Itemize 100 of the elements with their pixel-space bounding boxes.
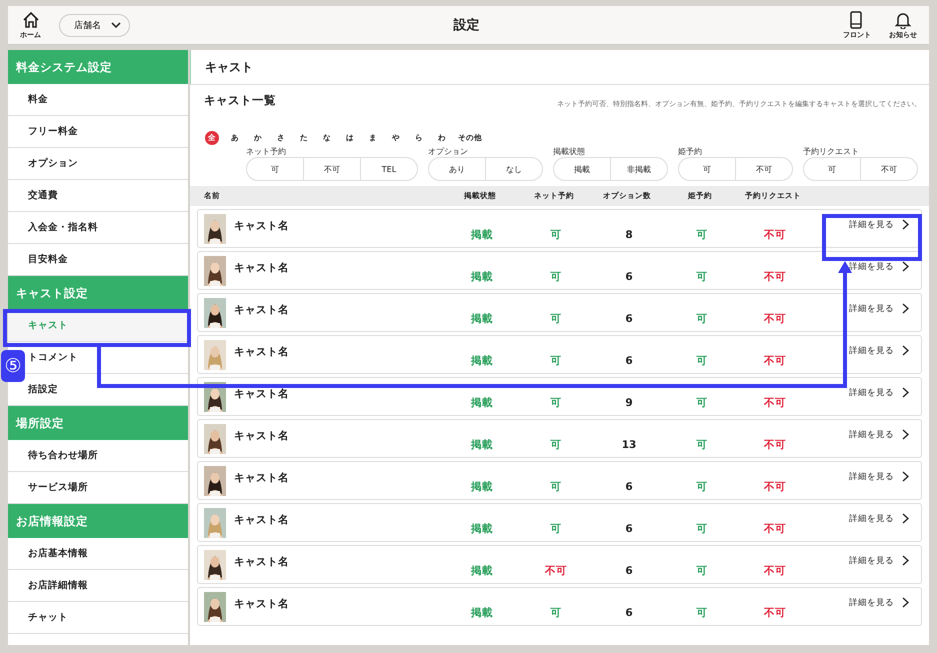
cell-value: 可 [696,354,708,368]
detail-link[interactable]: 詳細を見る [849,470,909,482]
table-row[interactable]: キャスト名 掲載 可 6 可 不可 詳細を見る [197,587,922,626]
table-row[interactable]: キャスト名 掲載 可 8 可 不可 詳細を見る [197,209,922,248]
segmented-control[interactable]: 可 不可 [803,157,918,181]
detail-link[interactable]: 詳細を見る [849,596,909,608]
sidebar-item[interactable]: 待ち合わせ場所 [28,449,98,462]
table-row[interactable]: キャスト名 掲載 不可 6 可 不可 詳細を見る [197,545,922,584]
sidebar-item[interactable]: トコメント [28,351,78,364]
table-row[interactable]: キャスト名 掲載 可 6 可 不可 詳細を見る [197,293,922,332]
chevron-right-icon [902,303,909,314]
sidebar-item[interactable]: 入会金・指名料 [28,221,98,234]
cell-value: 可 [696,480,708,494]
cell-value: 不可 [544,564,568,578]
cell-value: 可 [550,606,562,620]
chevron-right-icon [902,471,909,482]
cast-name: キャスト名 [234,428,289,442]
filter-option[interactable]: 不可 [303,158,360,180]
filter-option[interactable]: 非掲載 [610,158,667,180]
segmented-control[interactable]: 掲載 非掲載 [553,157,668,181]
sidebar-item[interactable]: お店詳細情報 [28,579,88,592]
filter-option[interactable]: TEL [360,158,417,180]
chevron-right-icon [902,555,909,566]
detail-link[interactable]: 詳細を見る [849,428,909,440]
filter-option[interactable]: 可 [679,158,735,180]
option-count: 6 [624,480,634,492]
detail-link[interactable]: 詳細を見る [849,218,909,230]
store-select[interactable]: 店舗名 [59,14,130,36]
sidebar-item[interactable]: 括設定 [28,383,58,396]
cell-value: 可 [550,354,562,368]
cast-name: キャスト名 [234,512,289,526]
cell-value: 不可 [762,396,787,410]
cell-value: 可 [696,228,708,242]
filter-option[interactable]: あり [429,158,485,180]
table-row[interactable]: キャスト名 掲載 可 6 可 不可 詳細を見る [197,461,922,500]
chevron-right-icon [902,219,909,230]
sidebar-item[interactable]: オプション [28,157,78,170]
cell-value: 不可 [762,270,787,284]
cell-value: 可 [696,438,708,452]
cell-value: 不可 [762,354,787,368]
filter-label: ネット予約 [246,146,287,157]
chevron-right-icon [902,597,909,608]
detail-link[interactable]: 詳細を見る [849,344,909,356]
filter-option[interactable]: 可 [247,158,303,180]
filter-label: オプション [428,146,469,157]
detail-link[interactable]: 詳細を見る [849,512,909,524]
cell-value: 可 [550,522,562,536]
cell-value: 掲載 [470,228,494,242]
cell-value: 可 [696,270,708,284]
cast-name: キャスト名 [234,596,289,610]
filter-option[interactable]: 不可 [860,158,917,180]
segmented-control[interactable]: あり なし [428,157,543,181]
filter-label: 予約リクエスト [803,146,860,157]
detail-link[interactable]: 詳細を見る [849,260,909,272]
sidebar-item[interactable]: お店基本情報 [28,547,88,560]
cell-value: 可 [550,480,562,494]
detail-link[interactable]: 詳細を見る [849,302,909,314]
table-row[interactable]: キャスト名 掲載 可 6 可 不可 詳細を見る [197,251,922,290]
filter-option[interactable]: 可 [804,158,860,180]
option-count: 6 [624,354,634,366]
segmented-control[interactable]: 可 不可 [678,157,793,181]
detail-link[interactable]: 詳細を見る [849,386,909,398]
cell-value: 不可 [762,564,787,578]
table-row[interactable]: キャスト名 掲載 可 13 可 不可 詳細を見る [197,419,922,458]
sidebar-item[interactable]: 目安料金 [28,253,68,266]
cell-value: 不可 [762,228,787,242]
cell-value: 可 [550,270,562,284]
cast-name: キャスト名 [234,344,289,358]
sidebar-item[interactable]: 料金 [28,93,48,106]
cell-value: 掲載 [470,564,494,578]
segmented-control[interactable]: 可 不可 TEL [246,157,418,181]
cast-name: キャスト名 [234,470,289,484]
option-count: 6 [624,312,634,324]
sidebar-item[interactable]: フリー料金 [28,125,78,138]
cell-value: 可 [550,228,562,242]
option-count: 6 [624,606,634,618]
filter-option[interactable]: 掲載 [554,158,610,180]
table-row[interactable]: キャスト名 掲載 可 9 可 不可 詳細を見る [197,377,922,416]
cell-value: 不可 [762,606,787,620]
table-row[interactable]: キャスト名 掲載 可 6 可 不可 詳細を見る [197,503,922,542]
cell-value: 可 [696,396,708,410]
filter-option[interactable]: なし [485,158,542,180]
cast-name: キャスト名 [234,386,289,400]
chevron-right-icon [902,513,909,524]
filter-option[interactable]: 不可 [735,158,792,180]
sidebar-item[interactable]: チャット [28,611,68,624]
sidebar-item[interactable]: サービス場所 [28,481,88,494]
filter-label: 姫予約 [678,146,703,157]
option-count: 13 [620,438,638,450]
chevron-right-icon [902,387,909,398]
cast-name: キャスト名 [234,260,289,274]
home-icon [22,10,40,28]
sidebar-item[interactable]: 交通費 [28,189,58,202]
table-row[interactable]: キャスト名 掲載 可 6 可 不可 詳細を見る [197,335,922,374]
cast-name: キャスト名 [234,218,289,232]
step-badge: ⑤ [1,350,25,382]
filter-label: 掲載状態 [553,146,586,157]
cell-value: 不可 [762,312,787,326]
detail-link[interactable]: 詳細を見る [849,554,909,566]
cell-value: 不可 [762,438,787,452]
